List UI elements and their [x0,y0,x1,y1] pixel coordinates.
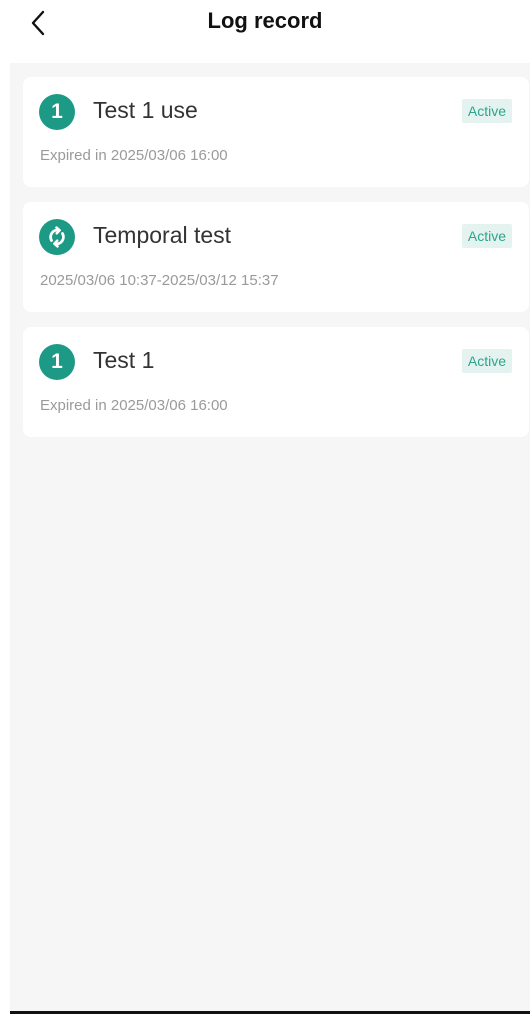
status-badge: Active [461,99,512,123]
status-badge: Active [461,224,512,248]
one-badge-number: 1 [51,350,63,373]
record-subtitle: 2025/03/06 10:37-2025/03/12 15:37 [40,272,279,289]
status-badge: Active [461,349,512,373]
record-title: Test 1 use [93,97,198,123]
header-bar: Log record [0,0,530,62]
record-title: Test 1 [93,347,155,373]
one-badge-icon: 1 [39,344,75,380]
record-title: Temporal test [93,222,232,248]
record-card[interactable]: Temporal test Active 2025/03/06 10:37-20… [23,202,529,312]
record-subtitle: Expired in 2025/03/06 16:00 [40,397,228,414]
one-badge-number: 1 [51,100,63,123]
record-list: 1 Test 1 use Active Expired in 2025/03/0… [10,63,530,1011]
refresh-arrows-icon [49,226,65,248]
record-card[interactable]: 1 Test 1 use Active Expired in 2025/03/0… [23,77,529,187]
one-badge-icon: 1 [39,94,75,130]
record-subtitle: Expired in 2025/03/06 16:00 [40,147,228,164]
page-title: Log record [207,8,323,33]
record-card[interactable]: 1 Test 1 Active Expired in 2025/03/06 16… [23,327,529,437]
recurring-icon [39,219,75,255]
